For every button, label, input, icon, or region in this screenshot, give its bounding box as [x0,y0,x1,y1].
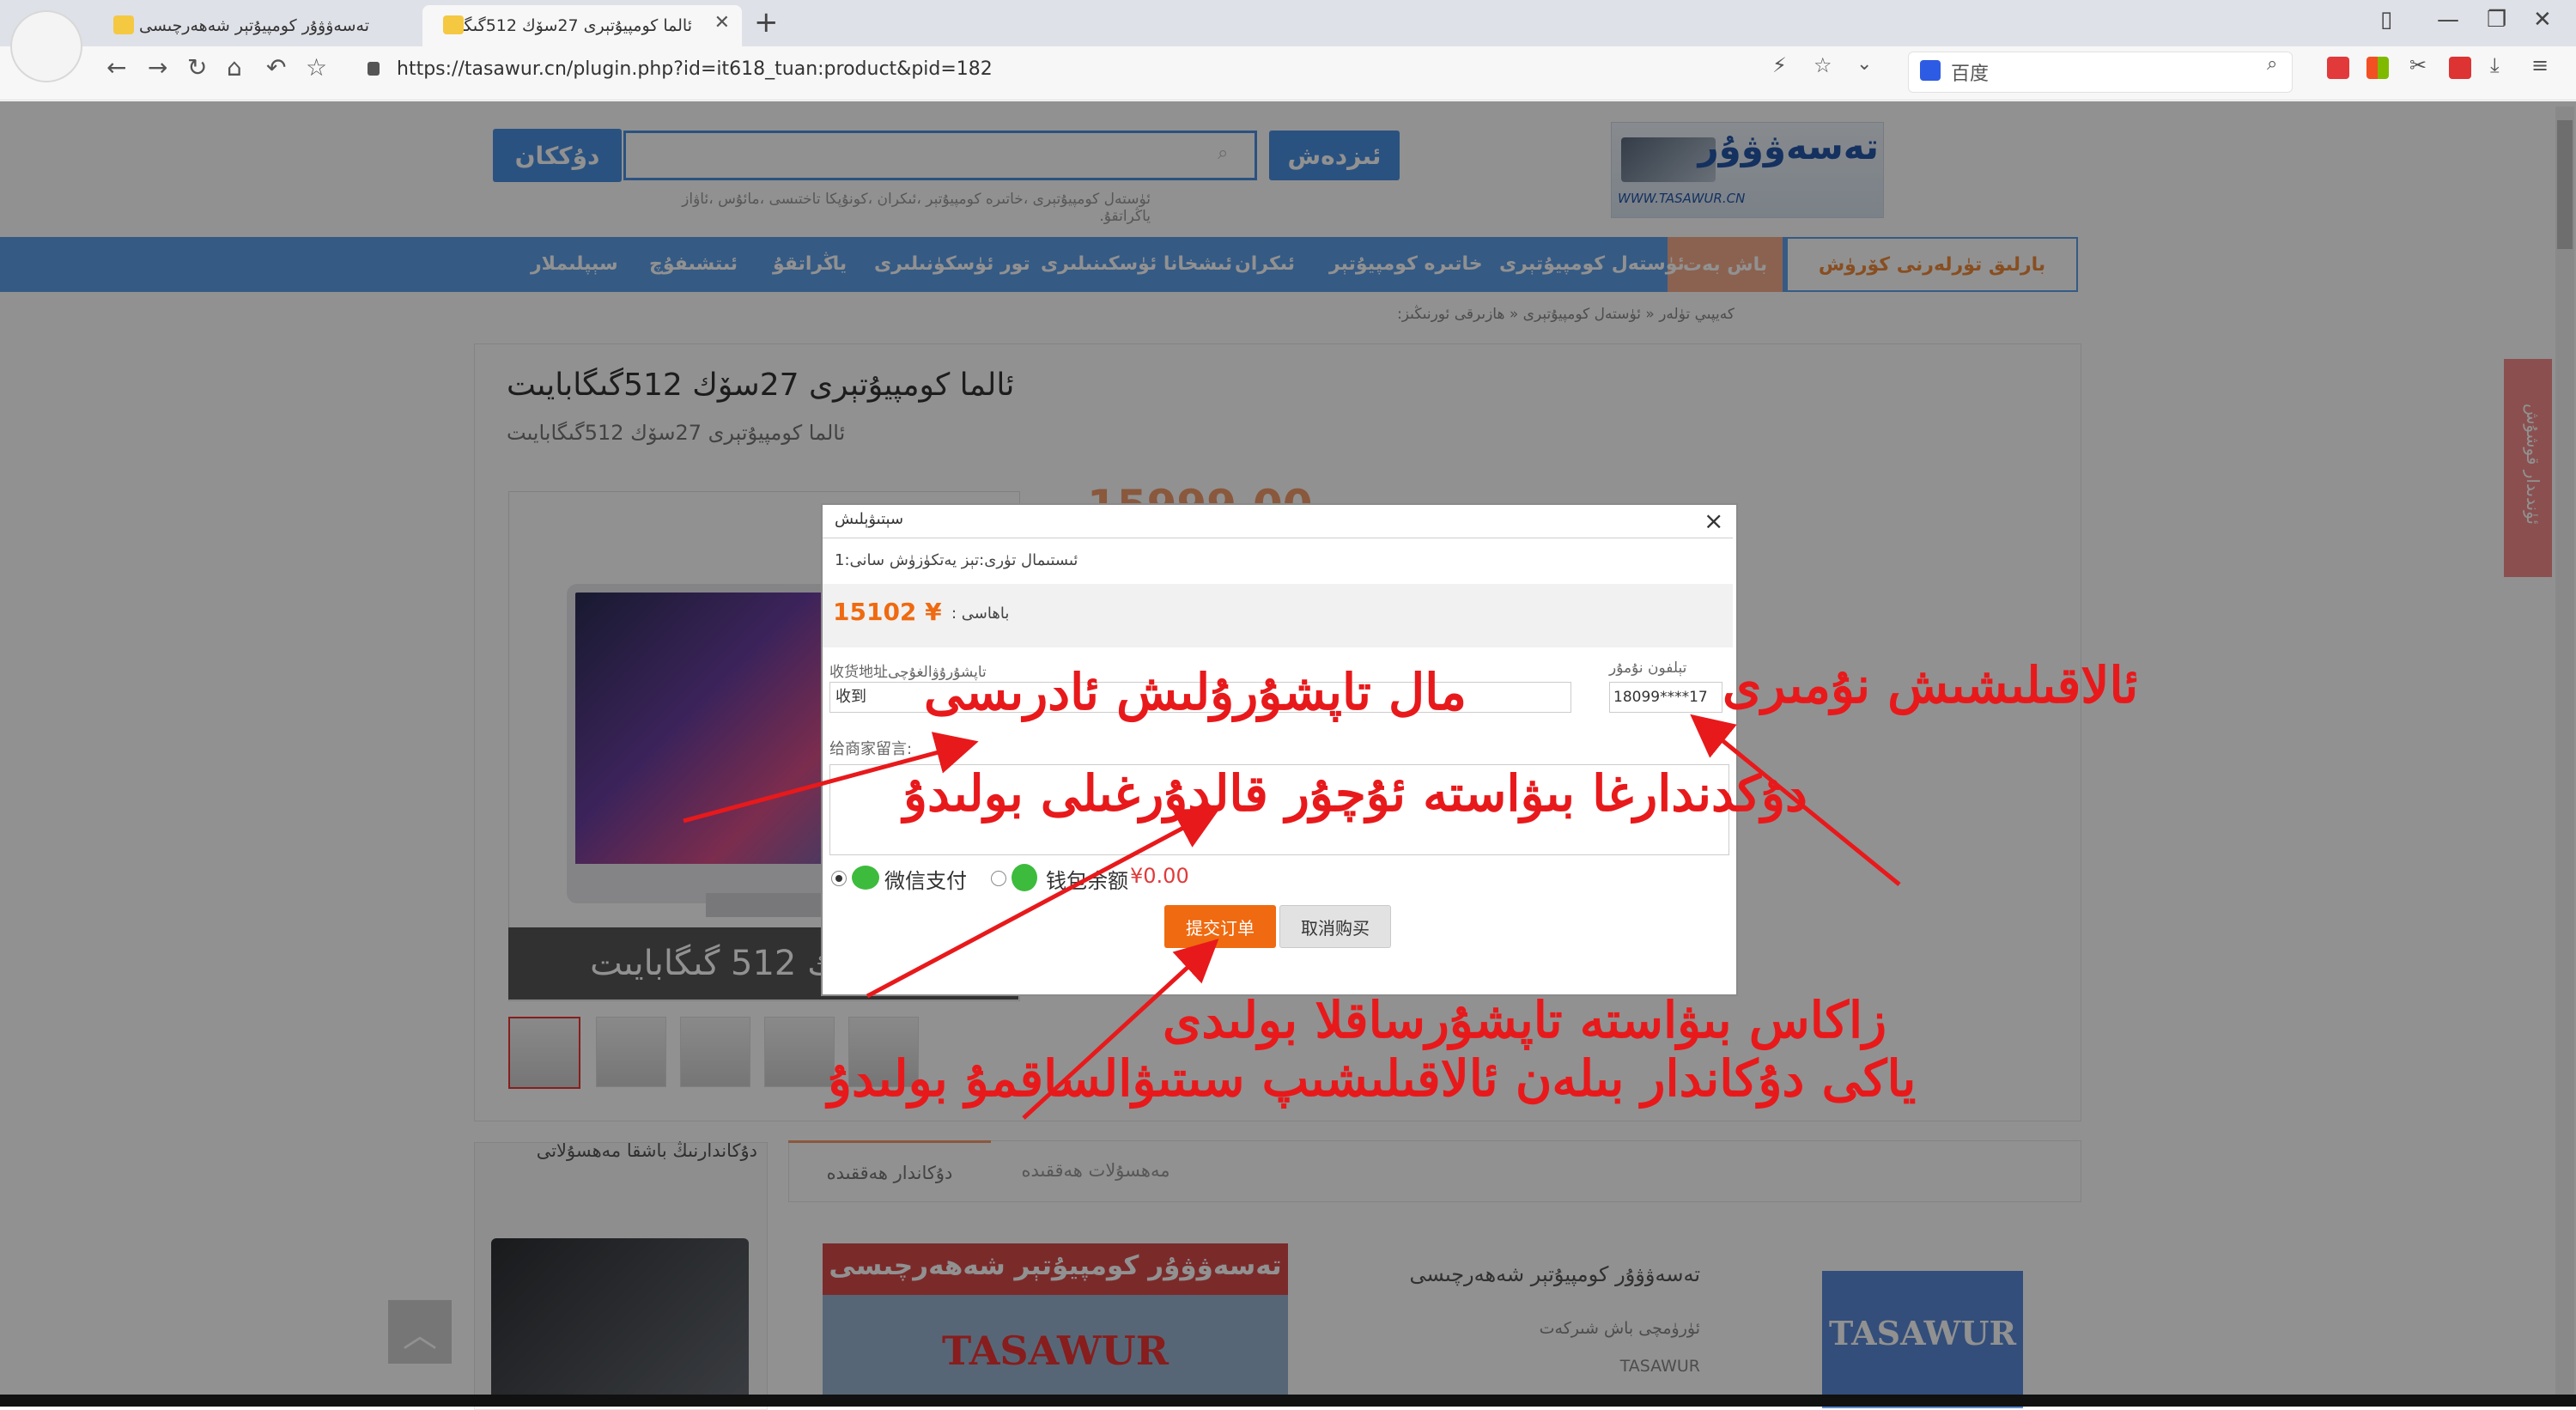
annotation-submit-1: زاكاس بىۋاستە تاپشۇرساقلا بولىدى [1163,991,1887,1049]
annotation-message: دۇكدندارغا بىۋاستە ئۇچۇر قالدۇرغىلى بولى… [903,764,1807,823]
annotation-address: مال تاپشۇرۇلىش ئادرىسى [924,663,1467,721]
annotation-phone: ئالاقىلىشىش نۇمىرى [1722,656,2139,714]
arrow-message [866,808,1220,999]
annotation-submit-2: ياكى دۇكاندار بىلەن ئالاقىلىشىپ سىتىۋالس… [828,1049,1917,1108]
